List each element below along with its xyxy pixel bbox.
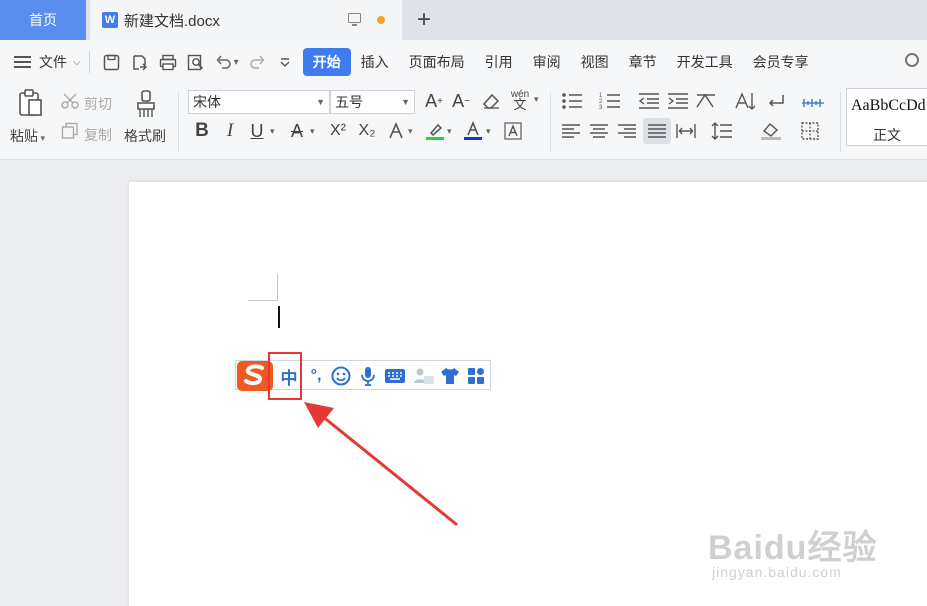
annotation-arrow-icon	[304, 402, 458, 526]
baidu-watermark: Baidu经验 jingyan.baidu.com	[708, 520, 878, 580]
watermark-brand: Baidu经验	[708, 529, 878, 567]
watermark-url: jingyan.baidu.com	[712, 564, 842, 580]
